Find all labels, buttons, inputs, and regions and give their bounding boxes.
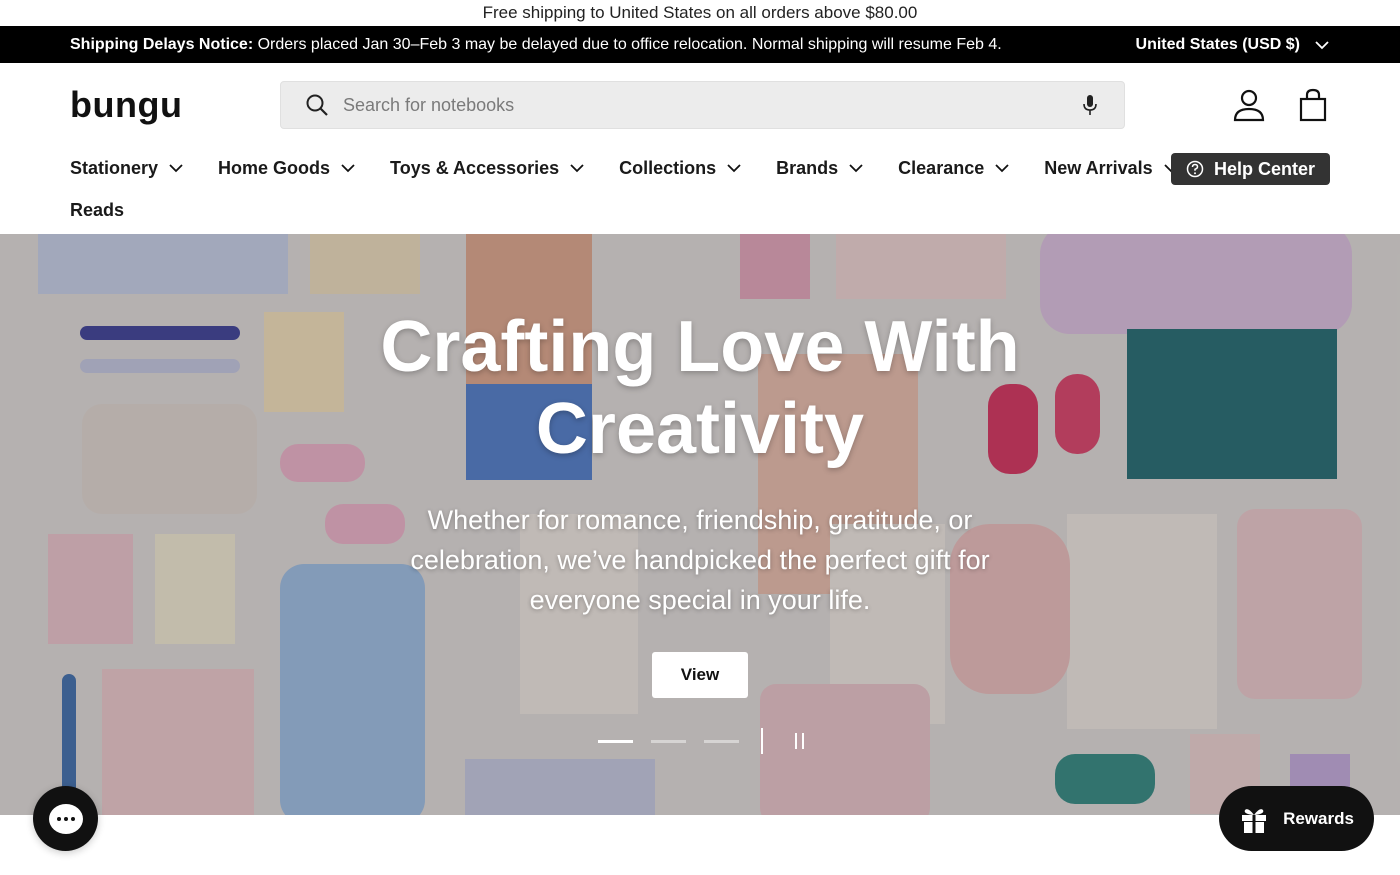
divider [761, 728, 763, 754]
logo[interactable]: bungu [70, 84, 280, 126]
pause-icon[interactable] [789, 731, 809, 751]
region-label: United States (USD $) [1135, 35, 1300, 53]
nav-item-home-goods[interactable]: Home Goods [218, 158, 356, 179]
chevron-down-icon [849, 164, 863, 173]
nav-item-label: Reads [70, 199, 125, 220]
help-center-button[interactable]: Help Center [1171, 153, 1330, 185]
nav-item-new-arrivals[interactable]: New Arrivals [1044, 158, 1178, 179]
nav-item-clearance[interactable]: Clearance [898, 158, 1010, 179]
bag-icon[interactable] [1296, 88, 1330, 122]
nav-item-collections[interactable]: Collections [619, 158, 742, 179]
slide-indicator-3[interactable] [704, 739, 739, 743]
chevron-down-icon [341, 164, 355, 173]
nav-row: Stationery Home Goods Toys & Accessories… [70, 147, 1330, 189]
nav-item-label: Clearance [898, 157, 985, 178]
shipping-notice-bar: Shipping Delays Notice: Orders placed Ja… [0, 26, 1400, 63]
nav-item-brands[interactable]: Brands [776, 158, 864, 179]
region-selector[interactable]: United States (USD $) [1136, 36, 1330, 54]
search-input[interactable] [343, 94, 1066, 116]
microphone-icon[interactable] [1080, 94, 1100, 116]
chevron-down-icon [995, 164, 1009, 173]
chat-icon [48, 803, 83, 834]
notice-label: Shipping Delays Notice: [70, 35, 254, 53]
shipping-notice: Shipping Delays Notice: Orders placed Ja… [70, 36, 1002, 54]
chevron-down-icon [169, 164, 183, 173]
chevron-down-icon [727, 164, 741, 173]
nav-item-reads[interactable]: Reads [70, 200, 124, 221]
rewards-label: Rewards [1283, 808, 1354, 828]
announcement-text: Free shipping to United States on all or… [482, 3, 918, 22]
slide-controls [598, 728, 809, 754]
hero-title-line-2: Creativity [535, 389, 865, 469]
hero-banner: Crafting Love With Creativity Whether fo… [0, 234, 1400, 815]
user-icon[interactable] [1232, 88, 1266, 122]
search-icon[interactable] [305, 93, 329, 117]
search-bar[interactable] [280, 81, 1125, 129]
nav-item-label: Brands [776, 157, 839, 178]
nav-row-2: Reads [70, 189, 1330, 231]
help-center-label: Help Center [1213, 158, 1316, 179]
slide-indicator-2[interactable] [651, 739, 686, 743]
chevron-down-icon [1315, 40, 1329, 49]
rewards-button[interactable]: Rewards [1219, 786, 1374, 851]
site-header: bungu [0, 63, 1400, 147]
nav-item-label: Stationery [70, 157, 159, 178]
notice-text: Orders placed Jan 30–Feb 3 may be delaye… [253, 35, 1002, 53]
gift-icon [1242, 808, 1267, 833]
hero-title-line-1: Crafting Love With [380, 307, 1020, 387]
nav-item-stationery[interactable]: Stationery [70, 158, 184, 179]
announcement-bar: Free shipping to United States on all or… [0, 0, 1400, 26]
nav-item-label: Home Goods [218, 157, 331, 178]
nav-item-label: New Arrivals [1044, 157, 1153, 178]
hero-subtitle: Whether for romance, friendship, gratitu… [410, 505, 990, 615]
hero-title: Crafting Love With Creativity [0, 306, 1400, 470]
nav-item-label: Collections [619, 157, 717, 178]
chevron-down-icon [570, 164, 584, 173]
chat-button[interactable] [33, 786, 98, 851]
header-actions [1232, 88, 1330, 122]
nav-item-label: Toys & Accessories [390, 157, 560, 178]
nav-item-toys-accessories[interactable]: Toys & Accessories [390, 158, 585, 179]
help-icon [1186, 160, 1204, 178]
view-button[interactable]: View [652, 652, 748, 698]
slide-indicator-1[interactable] [598, 739, 633, 743]
